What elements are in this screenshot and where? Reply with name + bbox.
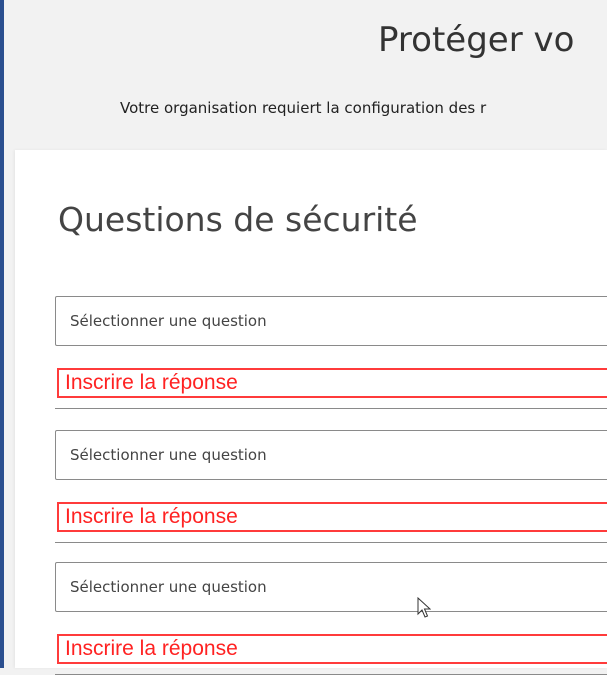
security-answer-placeholder-2: Inscrire la réponse [65,505,238,528]
security-answer-placeholder-1: Inscrire la réponse [65,371,238,394]
security-question-select-3[interactable]: Sélectionner une question [55,562,607,612]
security-answer-placeholder-3: Inscrire la réponse [65,637,238,660]
security-answer-highlight-2[interactable]: Inscrire la réponse [57,502,607,532]
security-answer-highlight-1[interactable]: Inscrire la réponse [57,368,607,398]
security-question-select-2-value: Sélectionner une question [70,446,267,464]
security-answer-field-3[interactable]: Inscrire la réponse [55,634,607,675]
security-question-select-1[interactable]: Sélectionner une question [55,296,607,346]
section-title: Questions de sécurité [58,200,418,239]
page-title: Protéger vo [378,20,575,60]
security-answer-underline-2 [55,542,607,543]
security-questions-card: Questions de sécurité Sélectionner une q… [15,150,607,675]
security-answer-highlight-3[interactable]: Inscrire la réponse [57,634,607,664]
security-answer-underline-1 [55,408,607,409]
security-answer-field-2[interactable]: Inscrire la réponse [55,502,607,543]
security-answer-field-1[interactable]: Inscrire la réponse [55,368,607,409]
security-question-select-1-value: Sélectionner une question [70,312,267,330]
window-left-border [0,0,4,668]
security-question-select-3-value: Sélectionner une question [70,578,267,596]
security-question-select-2[interactable]: Sélectionner une question [55,430,607,480]
page-subtitle: Votre organisation requiert la configura… [120,99,487,117]
mouse-cursor-icon [417,597,431,618]
